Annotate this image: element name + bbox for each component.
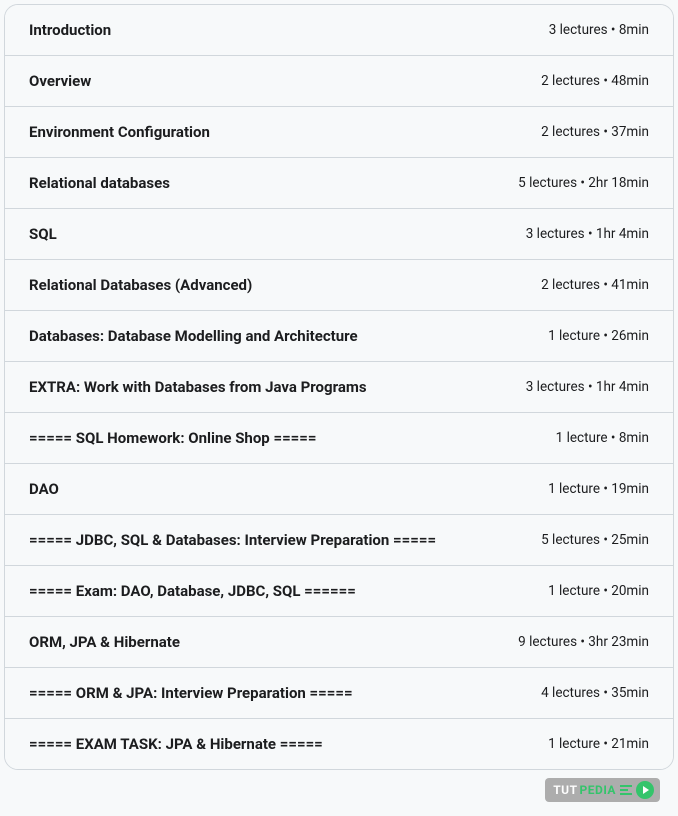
section-row[interactable]: SQL3 lectures • 1hr 4min	[5, 209, 673, 260]
section-title: ORM, JPA & Hibernate	[29, 633, 518, 651]
section-meta: 1 lecture • 8min	[556, 430, 649, 446]
section-row[interactable]: Overview2 lectures • 48min	[5, 56, 673, 107]
section-title: ===== EXAM TASK: JPA & Hibernate =====	[29, 735, 548, 753]
watermark-lines-icon	[620, 785, 632, 795]
section-row[interactable]: DAO1 lecture • 19min	[5, 464, 673, 515]
section-title: Databases: Database Modelling and Archit…	[29, 327, 548, 345]
section-row[interactable]: EXTRA: Work with Databases from Java Pro…	[5, 362, 673, 413]
section-row[interactable]: ===== Exam: DAO, Database, JDBC, SQL ===…	[5, 566, 673, 617]
section-meta: 3 lectures • 8min	[549, 22, 649, 38]
section-row[interactable]: ===== EXAM TASK: JPA & Hibernate =====1 …	[5, 719, 673, 769]
section-title: ===== Exam: DAO, Database, JDBC, SQL ===…	[29, 582, 548, 600]
section-title: ===== ORM & JPA: Interview Preparation =…	[29, 684, 541, 702]
section-row[interactable]: Databases: Database Modelling and Archit…	[5, 311, 673, 362]
section-title: Relational Databases (Advanced)	[29, 276, 541, 294]
section-row[interactable]: Relational databases5 lectures • 2hr 18m…	[5, 158, 673, 209]
section-row[interactable]: Introduction3 lectures • 8min	[5, 5, 673, 56]
section-title: Relational databases	[29, 174, 518, 192]
course-sections-list: Introduction3 lectures • 8minOverview2 l…	[4, 4, 674, 770]
section-title: Introduction	[29, 21, 549, 39]
section-row[interactable]: Relational Databases (Advanced)2 lecture…	[5, 260, 673, 311]
watermark-badge: TUT PEDIA	[545, 778, 660, 802]
section-meta: 1 lecture • 21min	[548, 736, 649, 752]
section-title: EXTRA: Work with Databases from Java Pro…	[29, 378, 526, 396]
section-meta: 4 lectures • 35min	[541, 685, 649, 701]
section-meta: 5 lectures • 2hr 18min	[518, 175, 649, 191]
section-title: Environment Configuration	[29, 123, 541, 141]
section-row[interactable]: ===== SQL Homework: Online Shop =====1 l…	[5, 413, 673, 464]
section-meta: 1 lecture • 20min	[548, 583, 649, 599]
section-meta: 3 lectures • 1hr 4min	[526, 379, 649, 395]
section-meta: 1 lecture • 26min	[548, 328, 649, 344]
watermark-text-tut: TUT	[553, 783, 577, 797]
section-meta: 9 lectures • 3hr 23min	[518, 634, 649, 650]
section-meta: 2 lectures • 48min	[541, 73, 649, 89]
section-meta: 2 lectures • 41min	[541, 277, 649, 293]
section-meta: 5 lectures • 25min	[541, 532, 649, 548]
section-title: Overview	[29, 72, 541, 90]
section-meta: 3 lectures • 1hr 4min	[526, 226, 649, 242]
section-row[interactable]: ORM, JPA & Hibernate9 lectures • 3hr 23m…	[5, 617, 673, 668]
section-row[interactable]: ===== JDBC, SQL & Databases: Interview P…	[5, 515, 673, 566]
section-title: SQL	[29, 225, 526, 243]
section-title: DAO	[29, 480, 548, 498]
section-title: ===== JDBC, SQL & Databases: Interview P…	[29, 531, 541, 549]
section-row[interactable]: Environment Configuration2 lectures • 37…	[5, 107, 673, 158]
section-meta: 2 lectures • 37min	[541, 124, 649, 140]
section-meta: 1 lecture • 19min	[548, 481, 649, 497]
watermark-text-pedia: PEDIA	[580, 783, 616, 797]
section-row[interactable]: ===== ORM & JPA: Interview Preparation =…	[5, 668, 673, 719]
play-icon	[636, 781, 654, 799]
section-title: ===== SQL Homework: Online Shop =====	[29, 429, 556, 447]
